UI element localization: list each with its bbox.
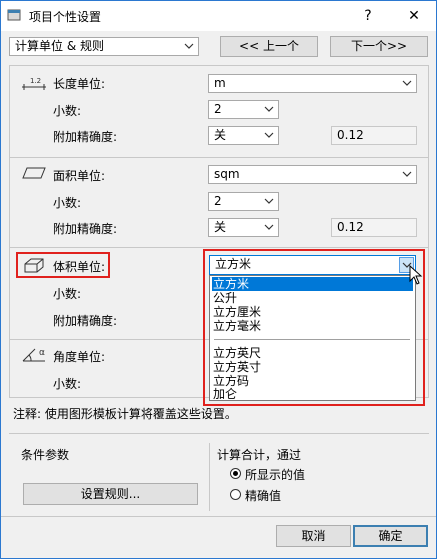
ok-button[interactable]: 确定	[353, 525, 428, 547]
length-extra-precision-value: 关	[214, 128, 227, 142]
vertical-divider	[209, 443, 210, 511]
close-button[interactable]: ✕	[403, 5, 425, 27]
settings-app-icon	[7, 9, 21, 21]
area-unit-select[interactable]: sqm	[208, 165, 417, 184]
set-rules-button[interactable]: 设置规则...	[23, 483, 198, 505]
chevron-down-icon	[402, 80, 412, 86]
length-decimals-select[interactable]: 2	[208, 100, 279, 119]
length-extra-precision-select[interactable]: 关	[208, 126, 279, 145]
area-decimals-label: 小数:	[53, 196, 82, 210]
prev-page-button[interactable]: << 上一个	[220, 36, 318, 57]
length-unit-label: 长度单位:	[53, 77, 106, 91]
divider	[9, 433, 429, 434]
volume-option[interactable]: 立方毫米	[212, 319, 413, 333]
note-text: 注释: 使用图形模板计算将覆盖这些设置。	[13, 407, 237, 421]
project-preferences-dialog: 项目个性设置 ? ✕ 计算单位 & 规则 << 上一个 下一个>> 1.2 长度…	[0, 0, 437, 559]
area-unit-icon	[22, 167, 46, 179]
radio-exact-values-label[interactable]: 精确值	[245, 487, 281, 504]
angle-unit-icon: α	[22, 348, 45, 362]
length-unit-icon: 1.2	[22, 77, 46, 90]
area-unit-value: sqm	[214, 167, 240, 181]
chevron-down-icon	[184, 43, 194, 49]
page-select[interactable]: 计算单位 & 规则	[9, 37, 199, 56]
length-precision-value: 0.12	[331, 126, 417, 145]
conditions-label: 条件参数	[21, 448, 70, 462]
help-button[interactable]: ?	[357, 5, 379, 27]
area-precision-value: 0.12	[331, 218, 417, 237]
radio-displayed-values[interactable]	[230, 468, 241, 479]
page-select-value: 计算单位 & 规则	[15, 39, 104, 53]
volume-option[interactable]: 立方厘米	[212, 305, 413, 319]
chevron-down-icon	[264, 106, 274, 112]
area-extra-precision-label: 附加精确度:	[53, 222, 118, 236]
volume-unit-value: 立方米	[215, 257, 252, 271]
area-decimals-select[interactable]: 2	[208, 192, 279, 211]
volume-option[interactable]: 立方码	[212, 374, 413, 388]
volume-unit-select[interactable]: 立方米	[209, 255, 416, 275]
cancel-button[interactable]: 取消	[276, 525, 351, 547]
length-decimals-value: 2	[214, 102, 222, 116]
length-extra-precision-label: 附加精确度:	[53, 130, 118, 144]
length-icon-text: 1.2	[30, 77, 41, 85]
divider	[1, 516, 436, 517]
area-unit-label: 面积单位:	[53, 169, 106, 183]
length-unit-select[interactable]: m	[208, 74, 417, 93]
chevron-down-icon	[264, 224, 274, 230]
angle-icon-text: α	[39, 348, 45, 358]
length-unit-value: m	[214, 76, 226, 90]
volume-unit-dropdown-list: 立方米 公升 立方厘米 立方毫米 立方英尺 立方英寸 立方码 加仑	[209, 275, 416, 401]
area-extra-precision-select[interactable]: 关	[208, 218, 279, 237]
radio-exact-values[interactable]	[230, 489, 241, 500]
chevron-down-icon	[264, 132, 274, 138]
angle-unit-label: 角度单位:	[53, 350, 106, 364]
volume-option[interactable]: 立方英尺	[212, 346, 413, 360]
radio-displayed-values-label[interactable]: 所显示的值	[245, 466, 305, 483]
area-decimals-value: 2	[214, 194, 222, 208]
divider	[9, 157, 429, 158]
volume-unit-icon	[24, 258, 44, 273]
volume-option[interactable]: 立方英寸	[212, 360, 413, 374]
volume-option[interactable]: 加仑	[212, 388, 413, 400]
length-decimals-label: 小数:	[53, 104, 82, 118]
calc-total-label: 计算合计，通过	[217, 448, 302, 462]
divider	[9, 247, 429, 248]
next-page-button[interactable]: 下一个>>	[330, 36, 428, 57]
volume-extra-precision-label: 附加精确度:	[53, 314, 118, 328]
chevron-down-icon	[402, 171, 412, 177]
volume-unit-label: 体积单位:	[53, 260, 106, 274]
window-title: 项目个性设置	[29, 10, 102, 24]
chevron-down-icon	[264, 198, 274, 204]
angle-decimals-label: 小数:	[53, 377, 82, 391]
volume-option[interactable]: 公升	[212, 291, 413, 305]
area-extra-precision-value: 关	[214, 220, 227, 234]
volume-option[interactable]: 立方米	[212, 277, 413, 291]
volume-decimals-label: 小数:	[53, 287, 82, 301]
mouse-cursor-icon	[409, 265, 423, 285]
dropdown-separator	[214, 339, 410, 340]
title-bar: 项目个性设置 ? ✕	[1, 1, 436, 31]
